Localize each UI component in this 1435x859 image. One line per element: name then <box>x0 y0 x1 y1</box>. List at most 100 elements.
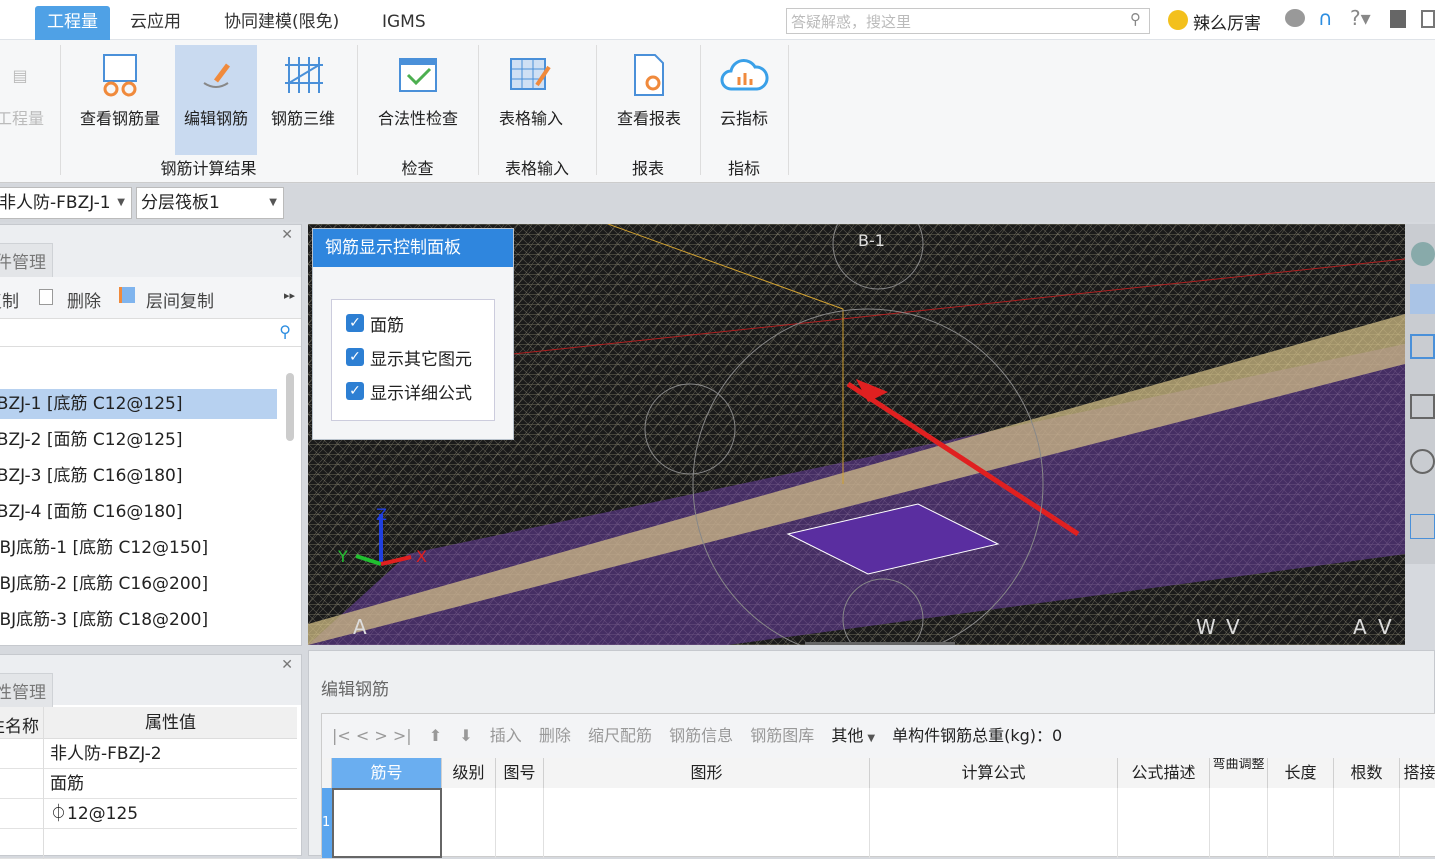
option-label: 面筋 <box>370 315 404 336</box>
tab-collab-modeling[interactable]: 协同建模(限免) <box>212 6 351 40</box>
table-input-button[interactable]: 表格输入 <box>488 45 574 155</box>
delete-button[interactable]: 删除 <box>67 287 101 312</box>
cube-icon[interactable] <box>1410 394 1435 419</box>
close-icon[interactable]: ✕ <box>281 657 293 673</box>
rebar-library-button[interactable]: 钢筋图库 <box>750 714 814 758</box>
list-item[interactable]: FBZJ-3 [底筋 C16@180] <box>0 461 277 491</box>
chevron-down-icon: ▼ <box>117 197 125 208</box>
message-icon[interactable] <box>1285 9 1305 27</box>
tab-component-management[interactable]: 构件管理 <box>0 243 53 278</box>
close-icon[interactable]: ✕ <box>281 227 293 243</box>
list-item[interactable]: FBZJ-4 [面筋 C16@180] <box>0 497 277 527</box>
checkbox-option[interactable]: ✓ 显示详细公式 <box>346 374 480 408</box>
list-item[interactable]: UBJ底筋-2 [底筋 C16@200] <box>0 569 277 599</box>
component-select[interactable]: 非人防-FBZJ-1 ▼ <box>0 187 132 219</box>
scrollbar[interactable] <box>805 642 955 645</box>
property-row[interactable]: ⏀12@125 <box>0 799 297 829</box>
view-report-button[interactable]: 查看报表 <box>606 45 692 155</box>
button-label: 钢筋三维 <box>270 109 335 128</box>
checkbox-icon[interactable]: ✓ <box>346 382 364 400</box>
property-row[interactable]: 非人防-FBZJ-2 <box>0 739 297 769</box>
list-item[interactable]: UBJ底筋-3 [底筋 C18@200] <box>0 605 277 635</box>
search-icon[interactable]: ⚲ <box>279 322 291 341</box>
table-cell[interactable] <box>870 788 1118 858</box>
column-header[interactable]: 筋号 <box>332 758 442 788</box>
column-header[interactable]: 公式描述 <box>1118 758 1210 788</box>
rotate-icon[interactable] <box>1410 449 1435 474</box>
scrollbar[interactable] <box>286 373 294 441</box>
column-header[interactable]: 根数 <box>1334 758 1400 788</box>
user-name[interactable]: 辣么厉害 <box>1193 9 1261 34</box>
panel-title: 编辑钢筋 <box>321 680 389 700</box>
layer-icon[interactable] <box>1410 514 1435 539</box>
2d-view-icon[interactable] <box>1410 284 1435 314</box>
tab-quantities[interactable]: 工程量 <box>35 6 110 40</box>
validity-check-button[interactable]: 合法性检查 <box>365 45 471 155</box>
table-cell[interactable] <box>442 788 496 858</box>
table-cell[interactable] <box>496 788 544 858</box>
rebar-3d-button[interactable]: 钢筋三维 <box>262 45 344 155</box>
table-cell[interactable] <box>1400 788 1435 858</box>
quantity-button[interactable]: ▤ 工程量 <box>0 45 50 155</box>
table-cell[interactable] <box>544 788 870 858</box>
table-cell[interactable] <box>1334 788 1400 858</box>
search-input[interactable]: 答疑解惑，搜这里 ⚲ <box>786 8 1150 34</box>
component-search-input[interactable]: ⚲ <box>0 319 301 347</box>
column-header[interactable]: 弯曲调整 <box>1210 758 1268 788</box>
list-item[interactable]: FBZJ-2 [面筋 C12@125] <box>0 425 277 455</box>
more-icon[interactable]: ▸▸ <box>284 289 295 302</box>
checkbox-icon[interactable]: ✓ <box>346 314 364 332</box>
list-item[interactable]: UBJ底筋-1 [底筋 C12@150] <box>0 533 277 563</box>
rebar-info-button[interactable]: 钢筋信息 <box>669 714 733 758</box>
property-value[interactable]: ⏀12@125 <box>43 799 297 829</box>
search-icon[interactable]: ⚲ <box>1130 10 1141 28</box>
avatar[interactable] <box>1168 10 1188 30</box>
property-row[interactable]: 面筋 <box>0 769 297 799</box>
checkbox-option[interactable]: ✓ 面筋 <box>346 306 480 340</box>
checkbox-icon[interactable]: ✓ <box>346 348 364 366</box>
table-cell[interactable] <box>332 788 442 858</box>
column-header[interactable]: 搭接 <box>1400 758 1435 788</box>
property-row[interactable] <box>0 829 297 859</box>
checkbox-option[interactable]: ✓ 显示其它图元 <box>346 340 480 374</box>
tab-cloud-apps[interactable]: 云应用 <box>118 6 193 40</box>
view-rebar-button[interactable]: 查看钢筋量 <box>72 45 168 155</box>
scale-rebar-button[interactable]: 缩尺配筋 <box>588 714 652 758</box>
floor-copy-button[interactable]: 层间复制 <box>146 287 214 312</box>
column-header[interactable]: 图号 <box>496 758 544 788</box>
property-value[interactable]: 非人防-FBZJ-2 <box>43 739 297 769</box>
delete-button[interactable]: 删除 <box>539 714 571 758</box>
edit-rebar-button[interactable]: 编辑钢筋 <box>175 45 257 155</box>
move-down-icon[interactable]: ⬇ <box>459 714 472 758</box>
row-header-corner <box>322 758 332 788</box>
list-item[interactable]: FBZJ-1 [底筋 C12@125] <box>0 389 277 419</box>
column-header[interactable]: 图形 <box>544 758 870 788</box>
type-select[interactable]: 分层筏板1 ▼ <box>136 187 284 219</box>
headset-icon[interactable]: ∩ <box>1318 6 1333 30</box>
column-header[interactable]: 计算公式 <box>870 758 1118 788</box>
component-list: FBZJ-1 [底筋 C12@125] FBZJ-2 [面筋 C12@125] FB… <box>0 389 301 647</box>
tab-igms[interactable]: IGMS <box>370 6 438 40</box>
cloud-index-button[interactable]: 云指标 <box>708 45 780 155</box>
property-value[interactable] <box>43 829 297 859</box>
copy-button[interactable]: 复制 <box>0 287 19 312</box>
box-view-icon[interactable] <box>1410 334 1435 359</box>
move-up-icon[interactable]: ⬆ <box>429 714 442 758</box>
nav-first-prev-next-last[interactable]: |< < > >| <box>332 714 412 758</box>
column-header[interactable]: 长度 <box>1268 758 1334 788</box>
insert-button[interactable]: 插入 <box>490 714 522 758</box>
window-icon[interactable] <box>1421 10 1435 28</box>
table-cell[interactable] <box>1118 788 1210 858</box>
skin-icon[interactable] <box>1390 10 1406 28</box>
tab-property-management[interactable]: 属性管理 <box>0 673 53 708</box>
property-value[interactable]: 面筋 <box>43 769 297 799</box>
other-button[interactable]: 其他 <box>831 714 863 758</box>
orbit-icon[interactable] <box>1411 242 1435 266</box>
table-cell[interactable] <box>1210 788 1268 858</box>
help-icon[interactable]: ?▾ <box>1350 6 1371 30</box>
row-number[interactable]: 1 <box>322 788 332 858</box>
column-header[interactable]: 级别 <box>442 758 496 788</box>
table-cell[interactable] <box>1268 788 1334 858</box>
menu-tab-bar: 工程量 云应用 协同建模(限免) IGMS 答疑解惑，搜这里 ⚲ 辣么厉害 ∩ ?… <box>0 0 1435 40</box>
chevron-down-icon[interactable]: ▼ <box>867 717 875 761</box>
